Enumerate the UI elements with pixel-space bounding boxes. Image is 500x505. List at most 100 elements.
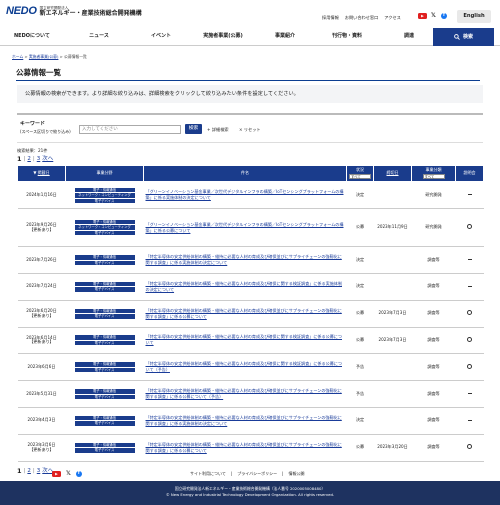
row-title: 「グリーンイノベーション基金事業／次世代デジタルインフラの構築／IoTセンシング… [143,208,347,248]
nav-procurement[interactable]: 調達 [378,28,440,45]
category-tag[interactable]: 電子デバイス [74,340,135,346]
footer-link-terms[interactable]: サイト利用について [190,471,226,477]
category-tag[interactable]: 電子デバイス [74,394,135,400]
call-title-link[interactable]: 「特定半導体の安定供給体制の構築・維持に必要な人材の育成及び確保並びにサプライチ… [146,388,342,399]
row-date-text: 2023年5月31日 [26,390,57,396]
row-date-text: 2023年6月6日 [27,363,56,369]
category-tag[interactable]: ネットワーク・コンピューティング [74,193,135,198]
row-date: 2023年6月20日 【更新あり】 [17,300,66,328]
page-next[interactable]: 次へ [42,156,53,163]
table-row: 2023年5月31日 電子・情報通信 電子デバイス 「特定半導体の安定供給体制の構築・… [17,380,484,408]
category-tag[interactable]: 電子デバイス [74,314,135,319]
category-tag[interactable]: ネットワーク・コンピューティング [74,225,135,230]
row-categories: 電子・情報通信 電子デバイス [65,407,144,435]
row-deadline [373,246,412,274]
call-title-link[interactable]: 「特定半導体の安定供給体制の構築・維持に必要な人材の育成及び確保に関する検証調査… [146,281,343,292]
call-title-link[interactable]: 「特定半導体の安定供給体制の構築・維持に必要な人材の育成及び確保に関する検証調査… [146,361,343,372]
reset-link[interactable]: × リセット [239,127,261,132]
col-deadline[interactable]: 締切日 [373,165,412,183]
nedo-logo[interactable]: NEDO 国立研究開発法人 新エネルギー・産業技術総合開発機構 [6,5,142,18]
detail-search-label: 詳細検索 [211,126,229,132]
detail-search-link[interactable]: + 詳細検索 [207,127,229,132]
table-header-row: ▼ 掲載日 事業分野 件名 状況 すべて 締切日 事業分類 すべて 説明会 [17,165,484,183]
type-select[interactable]: すべて [422,173,445,179]
link-contact[interactable]: お問い合わせ窓口 [345,15,379,20]
global-search-button[interactable]: 検索 [433,28,494,46]
page-title: 公募情報一覧 [16,68,480,81]
row-deadline: 2023年11月9日 [373,208,412,248]
category-tag[interactable]: 電子デバイス [74,421,135,426]
row-title: 「特定半導体の安定供給体制の構築・維持に必要な人材の育成及び確保並びにサプライチ… [143,434,347,462]
call-title-link[interactable]: 「特定半導体の安定供給体制の構築・維持に必要な人材の育成及び確保並びにサプライチ… [146,415,342,426]
category-tag[interactable]: 電子・情報通信 [74,362,135,367]
page-link-2[interactable]: 2 [27,156,31,163]
footer-link-privacy[interactable]: プライバシーポリシー [237,471,277,477]
nav-news[interactable]: ニュース [68,28,130,45]
category-tag[interactable]: 電子・情報通信 [74,281,135,287]
row-date: 2023年3月6日 【更新あり】 [17,434,66,462]
link-recruit[interactable]: 採用情報 [322,15,339,20]
row-type: 調査等 [411,273,456,301]
category-tag[interactable]: 電子・情報通信 [74,415,135,421]
category-tag[interactable]: 電子デバイス [74,367,135,373]
call-title-link[interactable]: 「特定半導体の安定供給体制の構築・維持に必要な人材の育成及び確保に関する検証調査… [146,334,343,345]
category-tag[interactable]: 電子・情報通信 [74,187,135,193]
call-title-link[interactable]: 「グリーンイノベーション基金事業／次世代デジタルインフラの構築／IoTセンシング… [146,222,344,233]
call-title-link[interactable]: 「特定半導体の安定供給体制の構築・維持に必要な人材の育成及び確保並びにサプライチ… [146,254,342,265]
keyword-search-button[interactable]: 検索 [185,123,202,134]
reset-label: リセット [243,126,261,132]
category-tag[interactable]: 電子デバイス [74,448,135,453]
page-link-2[interactable]: 2 [27,468,31,475]
nav-publications[interactable]: 刊行物・資料 [316,28,378,45]
x-icon[interactable]: 𝕏 [66,470,71,477]
row-status: 決定 [346,246,374,274]
link-access[interactable]: アクセス [384,15,401,20]
row-date-text: 2023年7月24日 [26,283,57,289]
facebook-icon[interactable]: f [441,13,447,19]
category-tag[interactable]: 電子・情報通信 [74,308,135,314]
breadcrumb-home[interactable]: ホーム [12,54,23,59]
row-categories: 電子・情報通信 ネットワーク・コンピューティング 電子デバイス [65,181,144,210]
call-title-link[interactable]: 「特定半導体の安定供給体制の構築・維持に必要な人材の育成及び確保並びにサプライチ… [146,442,342,453]
english-button[interactable]: English [457,10,491,23]
call-title-link[interactable]: 「特定半導体の安定供給体制の構築・維持に必要な人材の育成及び確保並びにサプライチ… [146,308,342,319]
category-tag[interactable]: 電子デバイス [74,287,135,292]
page-current: 1 [17,154,22,163]
keyword-input[interactable]: 入力してください [79,124,181,134]
col-type: 事業分類 すべて [411,165,456,183]
global-nav: NEDOについて ニュース イベント 実施者事業(公募) 事業紹介 刊行物・資料… [0,28,500,46]
nav-about[interactable]: NEDOについて [0,28,68,45]
x-icon[interactable]: 𝕏 [431,13,437,19]
category-tag[interactable]: 電子デバイス [74,230,135,236]
facebook-icon[interactable]: f [75,470,82,477]
nav-projects[interactable]: 事業紹介 [254,28,316,45]
youtube-icon[interactable]: ▶ [52,470,61,477]
category-tag[interactable]: 電子・情報通信 [74,219,135,225]
col-date[interactable]: ▼ 掲載日 [17,165,66,183]
category-tag[interactable]: 電子デバイス [74,260,135,266]
nav-events[interactable]: イベント [130,28,192,45]
page-link-3[interactable]: 3 [37,468,41,475]
row-session [455,434,484,462]
category-tag[interactable]: 電子・情報通信 [74,255,135,260]
row-status: 予告 [346,353,374,382]
row-type: 調査等 [411,434,456,462]
call-title-link[interactable]: 「グリーンイノベーション基金事業／次世代デジタルインフラの構築／IoTセンシング… [146,189,344,200]
status-select[interactable]: すべて [349,173,371,179]
circle-icon [466,223,473,230]
nav-calls[interactable]: 実施者事業(公募) [192,28,254,45]
category-tag[interactable]: 電子・情報通信 [74,335,135,340]
table-row: 2024年1月16日 電子・情報通信 ネットワーク・コンピューティング 電子デバイス「… [17,181,484,210]
page-link-3[interactable]: 3 [37,156,41,163]
category-tag[interactable]: 電子デバイス [74,198,135,204]
category-tag[interactable]: 電子・情報通信 [74,389,135,394]
footer-links: サイト利用について | プライバシーポリシー | 情報公開 [190,471,305,477]
row-status: 公募 [346,434,374,462]
row-session [455,246,484,274]
row-type: 調査等 [411,353,456,382]
footer-link-disclosure[interactable]: 情報公開 [289,471,305,477]
row-title: 「特定半導体の安定供給体制の構築・維持に必要な人材の育成及び確保並びにサプライチ… [143,300,347,328]
breadcrumb-calls[interactable]: 実施者事業(公募) [29,54,59,59]
youtube-icon[interactable]: ▶ [418,13,427,19]
category-tag[interactable]: 電子・情報通信 [74,442,135,448]
